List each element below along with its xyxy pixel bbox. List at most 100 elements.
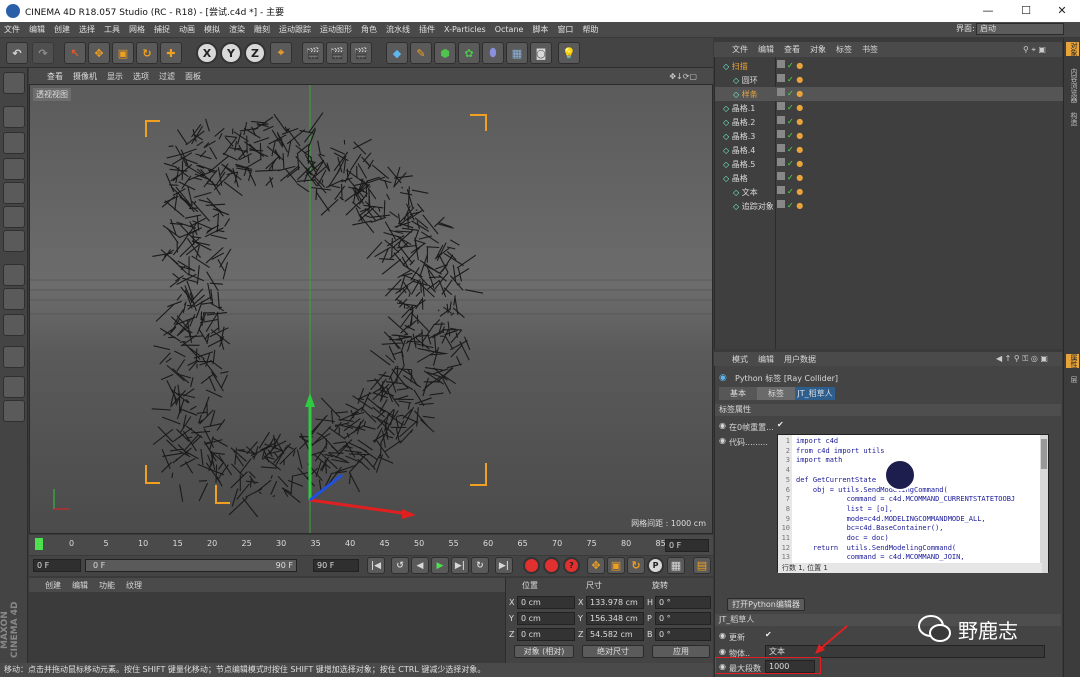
menu-item[interactable]: 模拟 bbox=[204, 24, 220, 35]
key-pla-icon[interactable]: ▦ bbox=[667, 557, 685, 574]
next-frame-icon[interactable]: ▶| bbox=[451, 557, 469, 574]
menu-item[interactable]: 运动跟踪 bbox=[279, 24, 311, 35]
viewport-menu-item[interactable]: 显示 bbox=[107, 71, 123, 82]
texture-mode-icon[interactable] bbox=[3, 132, 25, 154]
checkbox-icon[interactable]: ✔ bbox=[777, 420, 784, 429]
goto-end-icon[interactable]: ▶| bbox=[495, 557, 513, 574]
move-tool-icon[interactable]: ✥ bbox=[88, 42, 110, 64]
next-key-icon[interactable]: ↻ bbox=[471, 557, 489, 574]
tab-tag[interactable]: 标签 bbox=[757, 387, 795, 400]
menu-item[interactable]: 窗口 bbox=[557, 24, 573, 35]
coordinate-system-icon[interactable]: ⌖ bbox=[270, 42, 292, 64]
redo-icon[interactable]: ↷ bbox=[32, 42, 54, 64]
object-row[interactable]: ◇ 样条 ✓ ● bbox=[715, 87, 1063, 101]
cloner-icon[interactable]: ✿ bbox=[458, 42, 480, 64]
object-flags[interactable]: ✓ ● bbox=[777, 158, 825, 170]
object-row[interactable]: ◇ 晶格.5 ✓ ● bbox=[715, 157, 1063, 171]
object-flags[interactable]: ✓ ● bbox=[777, 116, 825, 128]
camera-icon[interactable]: ◙ bbox=[530, 42, 552, 64]
object-flags[interactable]: ✓ ● bbox=[777, 102, 825, 114]
material-menu-item[interactable]: 功能 bbox=[99, 580, 115, 591]
scale-tool-icon[interactable]: ▣ bbox=[112, 42, 134, 64]
pos-z-field[interactable]: 0 cm bbox=[517, 628, 575, 641]
timeline[interactable]: 051015202530354045505560657075808590 0 F bbox=[29, 535, 713, 555]
menu-item[interactable]: 创建 bbox=[54, 24, 70, 35]
code-scrollbar[interactable] bbox=[1040, 435, 1048, 573]
end-frame-field-2[interactable]: 90 F bbox=[313, 559, 359, 572]
render-settings-icon[interactable]: 🎬 bbox=[350, 42, 372, 64]
pos-x-field[interactable]: 0 cm bbox=[517, 596, 575, 609]
radio-icon[interactable]: ◉ bbox=[719, 647, 726, 656]
edges-mode-icon[interactable] bbox=[3, 206, 25, 228]
menu-item[interactable]: 捕捉 bbox=[154, 24, 170, 35]
menu-item[interactable]: 编辑 bbox=[29, 24, 45, 35]
object-row[interactable]: ◇ 追踪对象 ✓ ● bbox=[715, 199, 1063, 213]
object-flags[interactable]: ✓ ● bbox=[777, 74, 825, 86]
menu-item[interactable]: 渲染 bbox=[229, 24, 245, 35]
object-flags[interactable]: ✓ ● bbox=[777, 172, 825, 184]
pos-y-field[interactable]: 0 cm bbox=[517, 612, 575, 625]
select-tool-icon[interactable]: ↖ bbox=[64, 42, 86, 64]
play-icon[interactable]: ▶ bbox=[431, 557, 449, 574]
key-position-icon[interactable]: ✥ bbox=[587, 557, 605, 574]
goto-start-icon[interactable]: |◀ bbox=[367, 557, 385, 574]
object-row[interactable]: ◇ 晶格.3 ✓ ● bbox=[715, 129, 1063, 143]
material-menu-item[interactable]: 纹理 bbox=[126, 580, 142, 591]
om-menu-item[interactable]: 书签 bbox=[862, 44, 878, 55]
minimize-button[interactable]: — bbox=[970, 0, 1006, 22]
apply-button[interactable]: 应用 bbox=[652, 645, 710, 658]
tweak-mode-icon[interactable] bbox=[3, 288, 25, 310]
workplane-icon[interactable] bbox=[3, 158, 25, 180]
menu-item[interactable]: 帮助 bbox=[582, 24, 598, 35]
object-flags[interactable]: ✓ ● bbox=[777, 130, 825, 142]
last-tool-icon[interactable]: ✚ bbox=[160, 42, 182, 64]
menu-item[interactable]: 脚本 bbox=[532, 24, 548, 35]
model-mode-icon[interactable] bbox=[3, 106, 25, 128]
points-mode-icon[interactable] bbox=[3, 182, 25, 204]
menu-item[interactable]: X-Particles bbox=[444, 25, 486, 34]
object-row[interactable]: ◇ 圆环 ✓ ● bbox=[715, 73, 1063, 87]
playhead[interactable] bbox=[35, 538, 43, 550]
at-menu-item[interactable]: 模式 bbox=[732, 354, 748, 365]
at-menu-item[interactable]: 编辑 bbox=[758, 354, 774, 365]
object-row[interactable]: ◇ 晶格.4 ✓ ● bbox=[715, 143, 1063, 157]
menu-item[interactable]: 角色 bbox=[361, 24, 377, 35]
viewport-menu-item[interactable]: 过滤 bbox=[159, 71, 175, 82]
auto-key-icon[interactable] bbox=[543, 557, 560, 574]
key-param-icon[interactable]: P bbox=[647, 557, 664, 574]
render-picture-viewer-icon[interactable]: 🎬 bbox=[326, 42, 348, 64]
polygons-mode-icon[interactable] bbox=[3, 230, 25, 252]
object-flags[interactable]: ✓ ● bbox=[777, 88, 825, 100]
viewport-menu-item[interactable]: 面板 bbox=[185, 71, 201, 82]
size-y-field[interactable]: 156.348 cm bbox=[586, 612, 644, 625]
rot-p-field[interactable]: 0 ° bbox=[655, 612, 711, 625]
menu-item[interactable]: 文件 bbox=[4, 24, 20, 35]
solo-mode-icon[interactable] bbox=[3, 314, 25, 336]
menu-item[interactable]: 运动图形 bbox=[320, 24, 352, 35]
menu-item[interactable]: 插件 bbox=[419, 24, 435, 35]
rotate-tool-icon[interactable]: ↻ bbox=[136, 42, 158, 64]
object-row[interactable]: ◇ 扫描 ✓ ● bbox=[715, 59, 1063, 73]
layout-select[interactable]: 启动 bbox=[976, 23, 1064, 35]
floor-icon[interactable]: ▦ bbox=[506, 42, 528, 64]
end-frame-field[interactable]: 0 F bbox=[665, 539, 709, 552]
tab-basic[interactable]: 基本 bbox=[719, 387, 757, 400]
pen-icon[interactable]: ✎ bbox=[410, 42, 432, 64]
deformer-icon[interactable]: ⬮ bbox=[482, 42, 504, 64]
menu-item[interactable]: Octane bbox=[495, 25, 524, 34]
tab-layers[interactable]: 层 bbox=[1066, 376, 1079, 383]
material-area[interactable] bbox=[29, 592, 505, 663]
render-view-icon[interactable]: 🎬 bbox=[302, 42, 324, 64]
menu-item[interactable]: 雕刻 bbox=[254, 24, 270, 35]
radio-icon[interactable]: ◉ bbox=[719, 436, 726, 445]
make-editable-icon[interactable] bbox=[3, 72, 25, 94]
object-row[interactable]: ◇ 文本 ✓ ● bbox=[715, 185, 1063, 199]
key-scale-icon[interactable]: ▣ bbox=[607, 557, 625, 574]
radio-icon[interactable]: ◉ bbox=[719, 662, 726, 671]
rot-h-field[interactable]: 0 ° bbox=[655, 596, 711, 609]
timeline-icon[interactable]: ▤ bbox=[693, 557, 711, 574]
object-flags[interactable]: ✓ ● bbox=[777, 200, 825, 212]
om-menu-item[interactable]: 查看 bbox=[784, 44, 800, 55]
object-row[interactable]: ◇ 晶格 ✓ ● bbox=[715, 171, 1063, 185]
key-rotation-icon[interactable]: ↻ bbox=[627, 557, 645, 574]
